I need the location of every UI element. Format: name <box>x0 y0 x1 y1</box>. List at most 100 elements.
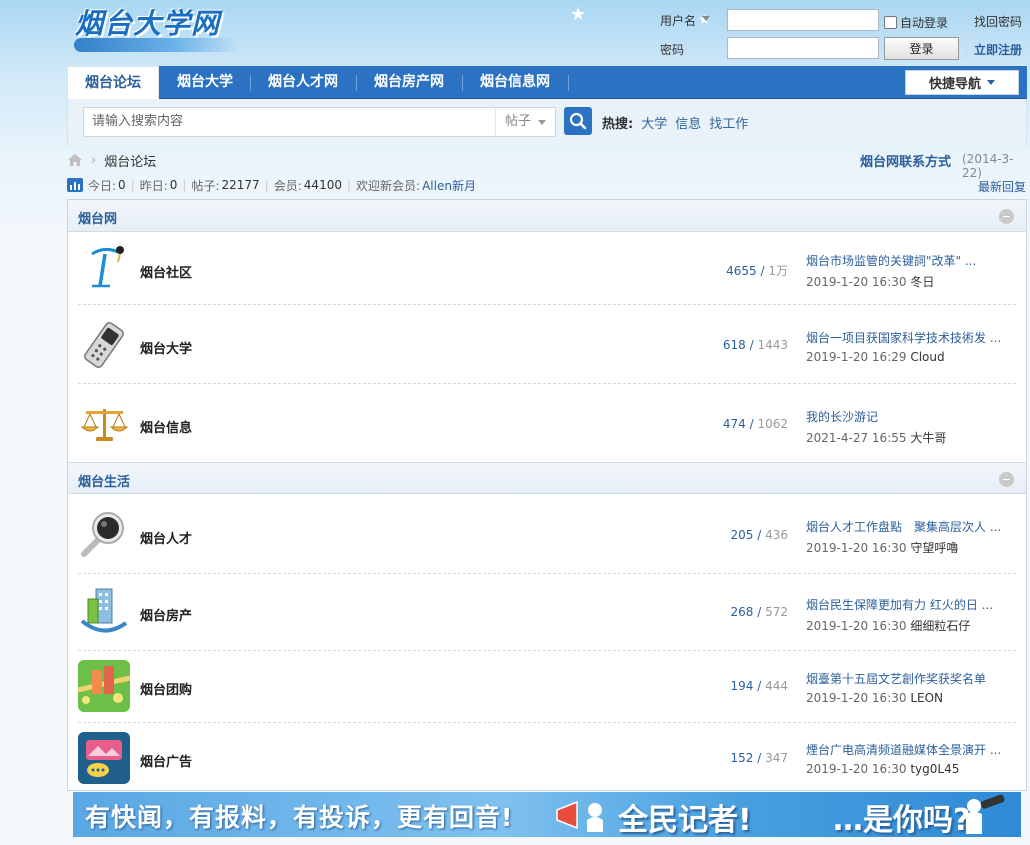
last-post-time: 2019-1-20 16:30 <box>806 762 907 776</box>
thread-count: 4655 <box>726 264 757 278</box>
stats-divider: | <box>346 178 352 192</box>
breadcrumb-current[interactable]: 烟台论坛 <box>104 151 156 170</box>
last-post-user[interactable]: LEON <box>910 691 943 705</box>
nav-divider <box>568 75 569 91</box>
last-post-user[interactable]: tyg0L45 <box>910 762 959 776</box>
last-post-title[interactable]: 烟台市场监管的关键詞"改革" ... <box>806 252 1011 269</box>
city-map-icon[interactable] <box>78 660 130 712</box>
mobile-phone-icon[interactable] <box>78 319 130 371</box>
new-member-link[interactable]: Allen新月 <box>422 177 476 194</box>
last-post-title[interactable]: 烟台一项目获国家科学技术技術发 ... <box>806 329 1011 346</box>
hot-search-item[interactable]: 信息 <box>675 113 701 132</box>
caret-down-icon <box>538 120 546 125</box>
last-post-user[interactable]: 冬日 <box>910 275 934 289</box>
forum-name[interactable]: 烟台团购 <box>140 679 192 698</box>
last-post-user[interactable]: Cloud <box>910 350 944 364</box>
stats-chart-icon <box>67 178 83 192</box>
thread-count: 268 <box>730 605 754 619</box>
home-icon[interactable] <box>67 153 83 167</box>
megaphone-icon <box>556 800 603 832</box>
magnifier-icon[interactable] <box>78 508 130 560</box>
thread-count: 205 <box>730 528 754 542</box>
hot-search-item[interactable]: 大学 <box>641 113 667 132</box>
scales-icon[interactable] <box>78 397 130 449</box>
collapse-icon[interactable] <box>999 472 1014 487</box>
contact-date: (2014-3-22) <box>962 152 1014 180</box>
ad-chat-icon[interactable] <box>78 732 130 784</box>
last-post-title[interactable]: 烟台民生保障更加有力 红火的日 ... <box>806 596 1011 613</box>
members-count: 44100 <box>303 178 342 192</box>
nav-item-forum[interactable]: 烟台论坛 <box>67 66 159 100</box>
last-post-user[interactable]: 细细粒石仔 <box>910 619 970 633</box>
forum-name[interactable]: 烟台房产 <box>140 605 192 624</box>
register-link[interactable]: 立即注册 <box>974 41 1022 58</box>
forum-count: 4655 / 1万 <box>726 264 788 278</box>
last-post-title[interactable]: 煙台广电高清频道融媒体全景演开 ... <box>806 741 1011 758</box>
yesterday-count: 0 <box>169 178 178 192</box>
password-label: 密码 <box>660 43 685 57</box>
last-post-title[interactable]: 烟臺第十五屆文艺創作奖获奖名单 <box>806 670 1011 687</box>
forum-count: 152 / 347 <box>730 751 788 765</box>
chevron-down-icon[interactable] <box>702 16 710 21</box>
last-post: 煙台广电高清频道融媒体全景演开 ... 2019-1-20 16:30 tyg0… <box>806 741 1011 776</box>
site-logo[interactable]: 烟台大学网 <box>75 2 220 42</box>
forum-row: 烟台人才 205 / 436 烟台人才工作盘點 聚集高层次人 ... 2019-… <box>68 495 1026 574</box>
search-icon <box>569 112 587 130</box>
forum-row: 烟台广告 152 / 347 煙台广电高清频道融媒体全景演开 ... 2019-… <box>68 723 1026 792</box>
building-icon[interactable] <box>78 585 130 637</box>
last-post-user[interactable]: 守望呼嚕 <box>910 541 958 555</box>
post-count: 572 <box>765 605 788 619</box>
forum-row: 烟台社区 4655 / 1万 烟台市场监管的关键詞"改革" ... 2019-1… <box>68 232 1026 305</box>
password-input[interactable] <box>727 37 879 59</box>
nav-item-realestate[interactable]: 烟台房产网 <box>357 66 461 99</box>
thread-count: 474 <box>722 417 746 431</box>
contact-link[interactable]: 烟台网联系方式 <box>860 151 951 170</box>
category-title[interactable]: 烟台网 <box>78 208 117 227</box>
nav-item-info[interactable]: 烟台信息网 <box>463 66 567 99</box>
forum-row: 烟台信息 474 / 1062 我的长沙游记 2021-4-27 16:55 大… <box>68 384 1026 462</box>
auto-login-checkbox[interactable]: 自动登录 <box>884 14 948 31</box>
site-header: ★ ★ 烟台大学网 用户名 自动登录 密码 登录 找回密码 立即注册 <box>0 0 1030 66</box>
last-post-time: 2019-1-20 16:29 <box>806 350 907 364</box>
hot-search-item[interactable]: 找工作 <box>709 113 748 132</box>
forum-row: 烟台房产 268 / 572 烟台民生保障更加有力 红火的日 ... 2019-… <box>68 574 1026 651</box>
username-label: 用户名 <box>660 14 697 28</box>
forum-row: 烟台团购 194 / 444 烟臺第十五屆文艺創作奖获奖名单 2019-1-20… <box>68 651 1026 723</box>
forum-count: 268 / 572 <box>730 605 788 619</box>
forum-name[interactable]: 烟台社区 <box>140 262 192 281</box>
quick-nav-label: 快捷导航 <box>928 77 981 92</box>
collapse-icon[interactable] <box>999 209 1014 224</box>
last-post-title[interactable]: 我的长沙游记 <box>806 408 1011 425</box>
find-password-link[interactable]: 找回密码 <box>974 13 1022 30</box>
search-type-value: 帖子 <box>505 114 532 129</box>
pen-figure-icon[interactable] <box>78 242 130 294</box>
login-button[interactable]: 登录 <box>884 37 959 60</box>
post-count: 347 <box>765 751 788 765</box>
search-type-select[interactable]: 帖子 <box>495 107 556 137</box>
category-title[interactable]: 烟台生活 <box>78 471 130 490</box>
forum-count: 205 / 436 <box>730 528 788 542</box>
last-post-title[interactable]: 烟台人才工作盘點 聚集高层次人 ... <box>806 518 1011 535</box>
divider <box>966 8 967 60</box>
banner-text: 有快闻，有报料，有投诉，更有回音! <box>85 803 514 832</box>
reporter-banner[interactable]: 有快闻，有报料，有投诉，更有回音! 全民记者! …是你吗? <box>73 792 1021 838</box>
auto-login-label: 自动登录 <box>900 16 949 30</box>
username-input[interactable] <box>727 9 879 31</box>
last-post: 我的长沙游记 2021-4-27 16:55 大牛哥 <box>806 408 1011 446</box>
latest-reply-link[interactable]: 最新回复 <box>978 178 1026 195</box>
last-post-user[interactable]: 大牛哥 <box>910 431 946 445</box>
nav-item-university[interactable]: 烟台大学 <box>161 66 249 99</box>
posts-label: 帖子: <box>191 178 220 193</box>
forum-name[interactable]: 烟台广告 <box>140 751 192 770</box>
forum-name[interactable]: 烟台信息 <box>140 417 192 436</box>
quick-nav-button[interactable]: 快捷导航 <box>905 70 1019 95</box>
search-button[interactable] <box>564 107 592 135</box>
thread-count: 152 <box>730 751 754 765</box>
checkbox-box[interactable] <box>884 16 897 29</box>
last-post: 烟台市场监管的关键詞"改革" ... 2019-1-20 16:30 冬日 <box>806 252 1011 290</box>
nav-item-jobs[interactable]: 烟台人才网 <box>251 66 355 99</box>
forum-name[interactable]: 烟台人才 <box>140 528 192 547</box>
logo-swoosh <box>74 38 239 52</box>
search-input[interactable]: 请输入搜索内容 <box>83 107 496 137</box>
forum-name[interactable]: 烟台大学 <box>140 338 192 357</box>
